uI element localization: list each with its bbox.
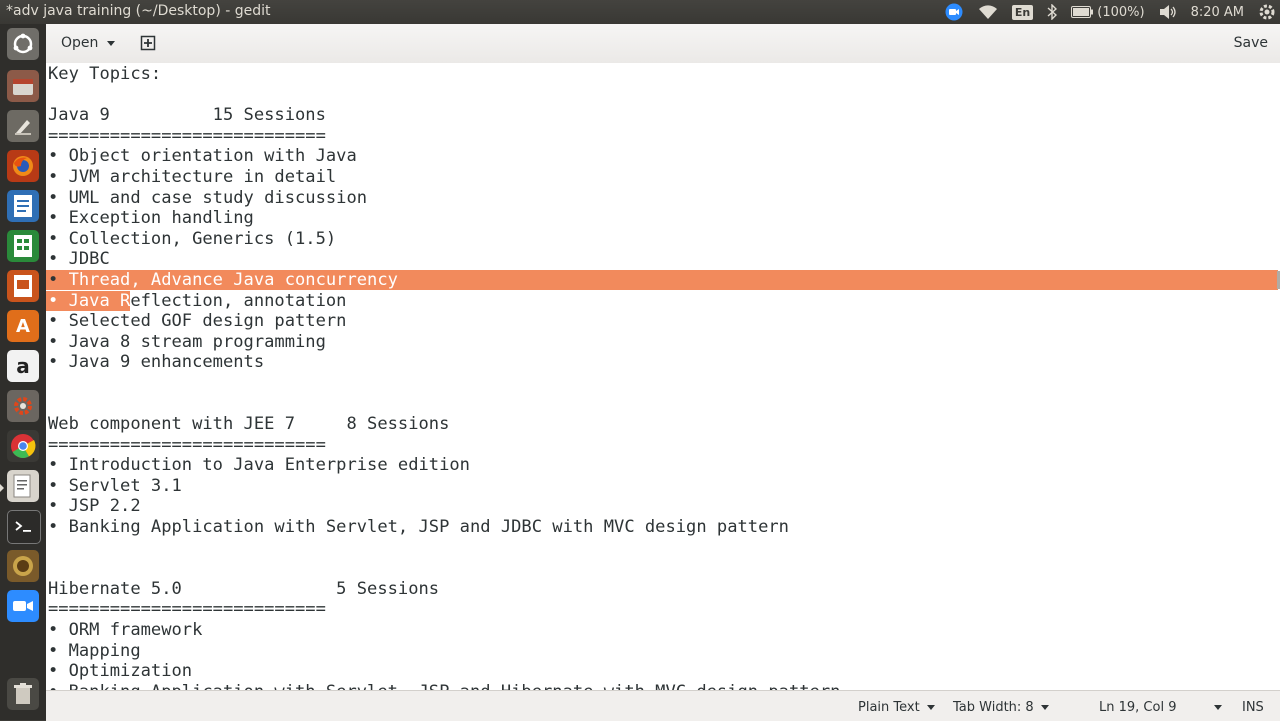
text-editor-icon[interactable] — [7, 470, 39, 502]
wifi-icon[interactable] — [978, 4, 998, 20]
software-center-icon[interactable]: A — [7, 310, 39, 342]
chevron-down-icon — [926, 705, 935, 710]
files-icon[interactable] — [7, 70, 39, 102]
cursor-position: Ln 19, Col 9 — [1099, 700, 1177, 715]
language-label: Plain Text — [858, 700, 920, 715]
ubuntu-dash-icon[interactable] — [7, 28, 39, 60]
save-button[interactable]: Save — [1220, 30, 1280, 56]
editor-line: • Java Reflection, annotation — [48, 290, 347, 311]
editor-line: • UML and case study discussion — [48, 187, 368, 208]
editor-content: Key Topics: Java 9 15 Sessions ===========… — [48, 64, 840, 690]
writer-icon[interactable] — [7, 190, 39, 222]
language-indicator: En — [1011, 4, 1034, 20]
chevron-down-icon — [107, 40, 116, 46]
editor-line: =========================== — [48, 125, 326, 146]
editor-line: Web component with JEE 7 8 Sessions — [48, 414, 450, 435]
battery-icon — [1071, 6, 1094, 18]
editor-line: Java 9 15 Sessions — [48, 105, 326, 126]
battery-indicator[interactable]: (100%) — [1071, 4, 1145, 20]
editor-line: • Collection, Generics (1.5) — [48, 228, 337, 249]
editor-line: • Object orientation with Java — [48, 146, 357, 167]
header-bar: Open Save — [46, 24, 1280, 64]
new-document-icon — [140, 35, 156, 51]
zoom-app-icon[interactable] — [7, 590, 39, 622]
language-dropdown[interactable]: Plain Text — [858, 700, 935, 715]
editor-line: =========================== — [48, 599, 326, 620]
editor-line: • ORM framework — [48, 620, 203, 641]
amazon-icon[interactable]: a — [7, 350, 39, 382]
open-button[interactable]: Open — [52, 30, 124, 56]
system-settings-icon[interactable] — [7, 390, 39, 422]
selected-text: Thread, Advance Java concurrency — [68, 269, 398, 290]
chevron-down-icon — [1040, 705, 1049, 710]
editor-line: • JSP 2.2 — [48, 496, 141, 517]
active-app-indicator — [0, 484, 4, 492]
editor-line: =========================== — [48, 434, 326, 455]
clock[interactable]: 8:20 AM — [1191, 5, 1244, 20]
window-title: *adv java training (~/Desktop) - gedit — [6, 3, 271, 19]
editor-line: Key Topics: — [48, 64, 162, 84]
calc-icon[interactable] — [7, 230, 39, 262]
editor-line: Hibernate 5.0 5 Sessions — [48, 578, 440, 599]
editor-line: • JDBC — [48, 249, 110, 270]
editor-line: • Exception handling — [48, 208, 254, 229]
top-panel: *adv java training (~/Desktop) - gedit E… — [0, 0, 1280, 24]
text-editor[interactable]: Key Topics: Java 9 15 Sessions ===========… — [46, 63, 1280, 690]
bluetooth-icon[interactable] — [1047, 4, 1058, 20]
terminal-icon[interactable] — [7, 510, 41, 544]
cursor-position-dropdown[interactable]: Ln 19, Col 9 — [1099, 700, 1223, 715]
editor-line: • Thread, Advance Java concurrency — [48, 269, 398, 290]
editor-line: • Servlet 3.1 — [48, 475, 182, 496]
firefox-icon[interactable] — [7, 150, 39, 182]
open-label: Open — [61, 35, 99, 51]
editor-line: • Banking Application with Servlet, JSP … — [48, 682, 840, 690]
editor-line: • Selected GOF design pattern — [48, 311, 347, 332]
battery-percent: (100%) — [1097, 4, 1145, 20]
selected-text: • Java R — [48, 290, 131, 311]
status-bar: Plain Text Tab Width: 8 Ln 19, Col 9 INS — [46, 690, 1280, 721]
new-document-button[interactable] — [136, 32, 160, 54]
gear-icon[interactable] — [1258, 3, 1276, 21]
chevron-down-icon — [1214, 705, 1223, 710]
launcher: A a — [0, 24, 46, 720]
paint-tool-icon[interactable] — [7, 110, 39, 142]
badge-app-icon[interactable] — [7, 550, 39, 582]
editor-line: • Banking Application with Servlet, JSP … — [48, 517, 789, 538]
keyboard-language-icon[interactable]: En — [1011, 4, 1034, 20]
chrome-icon[interactable] — [7, 430, 39, 462]
indicator-area: En (100%) 8:20 AM — [944, 0, 1280, 24]
editor-line: • Java 9 enhancements — [48, 352, 265, 373]
tab-width-dropdown[interactable]: Tab Width: 8 — [953, 700, 1049, 715]
editor-line: • Mapping — [48, 640, 141, 661]
trash-icon[interactable] — [7, 678, 39, 710]
editor-line: • Java 8 stream programming — [48, 331, 326, 352]
zoom-icon[interactable] — [944, 3, 964, 21]
insert-mode[interactable]: INS — [1242, 700, 1264, 715]
editor-line: • Introduction to Java Enterprise editio… — [48, 455, 470, 476]
impress-icon[interactable] — [7, 270, 39, 302]
volume-icon[interactable] — [1159, 4, 1177, 20]
editor-line: • Optimization — [48, 661, 193, 682]
tab-width-label: Tab Width: 8 — [953, 700, 1034, 715]
editor-line: • JVM architecture in detail — [48, 166, 337, 187]
